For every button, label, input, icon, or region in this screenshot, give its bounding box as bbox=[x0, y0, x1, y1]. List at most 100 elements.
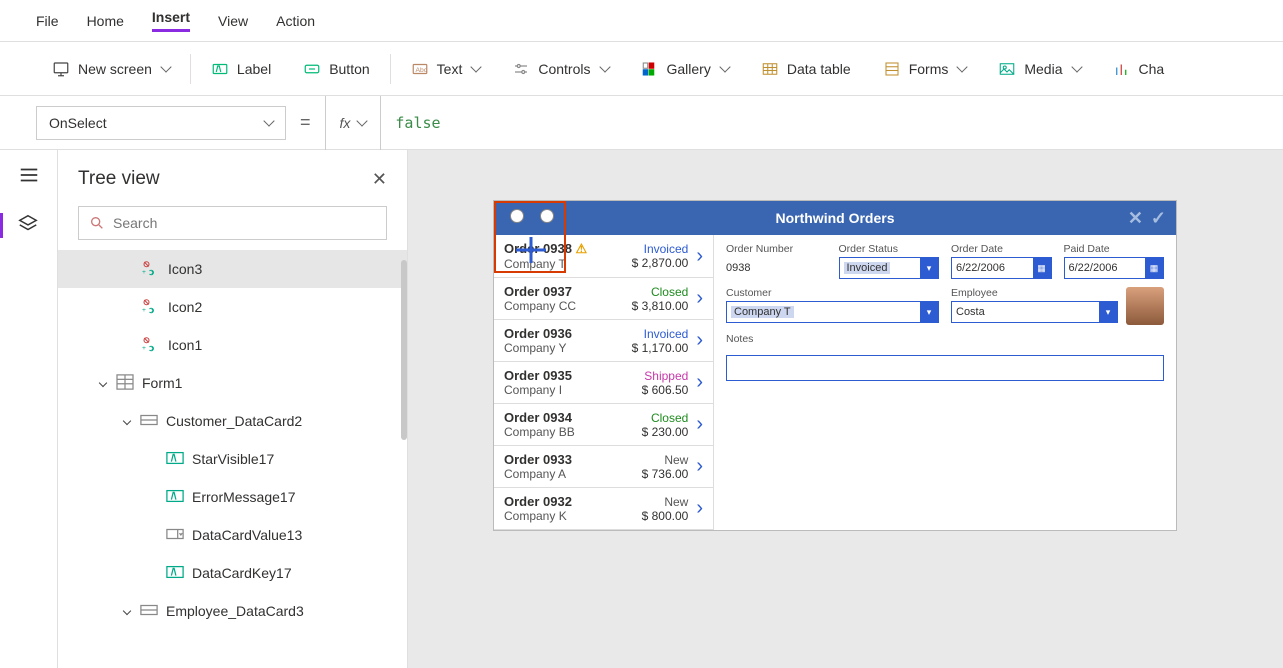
formula-input[interactable]: false bbox=[395, 114, 1247, 132]
resize-handle[interactable] bbox=[540, 209, 554, 223]
tree-item[interactable]: DataCardKey17 bbox=[58, 554, 407, 592]
fx-button[interactable]: fx bbox=[325, 96, 382, 150]
employee-dropdown[interactable]: Costa▾ bbox=[951, 301, 1118, 323]
tree-item[interactable]: +Icon1 bbox=[58, 326, 407, 364]
employee-label: Employee bbox=[951, 287, 1118, 299]
design-canvas[interactable]: Northwind Orders ✕ ✓ Order 0938 ⚠Company… bbox=[408, 150, 1283, 668]
app-preview: Northwind Orders ✕ ✓ Order 0938 ⚠Company… bbox=[493, 200, 1177, 531]
data-table-button[interactable]: Data table bbox=[745, 42, 867, 95]
tree-item[interactable]: ErrorMessage17 bbox=[58, 478, 407, 516]
tree-item[interactable]: +Icon3 bbox=[58, 250, 407, 288]
calendar-icon: ▦ bbox=[1033, 258, 1051, 278]
order-list-item[interactable]: Order 0935Company IShipped$ 606.50› bbox=[494, 362, 713, 404]
svg-text:+: + bbox=[142, 345, 146, 352]
media-icon bbox=[998, 60, 1016, 78]
order-amount: $ 2,870.00 bbox=[632, 256, 689, 270]
paid-date-picker[interactable]: 6/22/2006▦ bbox=[1064, 257, 1165, 279]
button-button[interactable]: Button bbox=[287, 42, 385, 95]
tree-item[interactable]: Employee_DataCard3 bbox=[58, 592, 407, 630]
order-status: Invoiced bbox=[632, 242, 689, 256]
add-icon bbox=[514, 235, 548, 265]
search-placeholder: Search bbox=[113, 215, 157, 231]
tree-item[interactable]: Form1 bbox=[58, 364, 407, 402]
expand-caret-icon bbox=[123, 607, 131, 615]
menu-view[interactable]: View bbox=[218, 13, 248, 29]
separator bbox=[190, 54, 191, 84]
accept-icon[interactable]: ✓ bbox=[1151, 208, 1166, 229]
order-list-item[interactable]: Order 0936Company YInvoiced$ 1,170.00› bbox=[494, 320, 713, 362]
order-list-item[interactable]: Order 0937Company CCClosed$ 3,810.00› bbox=[494, 278, 713, 320]
tree-list: +Icon3+Icon2+Icon1Form1Customer_DataCard… bbox=[58, 250, 407, 668]
gallery-button[interactable]: Gallery bbox=[625, 42, 745, 95]
tree-item-label: DataCardValue13 bbox=[192, 527, 302, 543]
chevron-down-icon bbox=[160, 61, 171, 72]
calendar-icon: ▦ bbox=[1145, 258, 1163, 278]
menu-action[interactable]: Action bbox=[276, 13, 315, 29]
tree-item[interactable]: +Icon2 bbox=[58, 288, 407, 326]
media-button[interactable]: Media bbox=[982, 42, 1096, 95]
menu-file[interactable]: File bbox=[36, 13, 59, 29]
paid-date-label: Paid Date bbox=[1064, 243, 1165, 255]
expand-caret-icon bbox=[99, 379, 107, 387]
forms-button[interactable]: Forms bbox=[867, 42, 983, 95]
tree-item-icon bbox=[140, 602, 158, 621]
detail-form: Order Number 0938 Order Status Invoiced▾… bbox=[714, 235, 1176, 530]
order-number: Order 0932 bbox=[504, 494, 642, 509]
customer-label: Customer bbox=[726, 287, 939, 299]
resize-handle[interactable] bbox=[510, 209, 524, 223]
order-company: Company A bbox=[504, 467, 642, 481]
hamburger-button[interactable] bbox=[18, 164, 40, 189]
property-dropdown[interactable]: OnSelect bbox=[36, 106, 286, 140]
menu-home[interactable]: Home bbox=[87, 13, 124, 29]
order-date-picker[interactable]: 6/22/2006▦ bbox=[951, 257, 1052, 279]
charts-button[interactable]: Cha bbox=[1097, 42, 1181, 95]
tree-item[interactable]: StarVisible17 bbox=[58, 440, 407, 478]
screen-icon bbox=[52, 60, 70, 78]
customer-dropdown[interactable]: Company T▾ bbox=[726, 301, 939, 323]
tree-item-label: Employee_DataCard3 bbox=[166, 603, 304, 619]
close-panel-button[interactable]: ✕ bbox=[372, 169, 387, 190]
controls-label: Controls bbox=[538, 61, 590, 77]
controls-button[interactable]: Controls bbox=[496, 42, 624, 95]
formula-bar: OnSelect = fx false bbox=[0, 96, 1283, 150]
label-icon bbox=[211, 60, 229, 78]
ribbon: New screen Label Button Abc Text Control… bbox=[0, 42, 1283, 96]
new-screen-label: New screen bbox=[78, 61, 152, 77]
chevron-down-icon bbox=[599, 61, 610, 72]
cancel-icon[interactable]: ✕ bbox=[1128, 208, 1143, 229]
order-status-dropdown[interactable]: Invoiced▾ bbox=[839, 257, 940, 279]
chart-icon bbox=[1113, 60, 1131, 78]
order-status-label: Order Status bbox=[839, 243, 940, 255]
order-company: Company CC bbox=[504, 299, 632, 313]
selected-control-outline[interactable] bbox=[494, 201, 566, 273]
order-company: Company Y bbox=[504, 341, 632, 355]
new-screen-button[interactable]: New screen bbox=[36, 42, 186, 95]
tree-search-input[interactable]: Search bbox=[78, 206, 387, 240]
text-label: Text bbox=[437, 61, 463, 77]
notes-label: Notes bbox=[726, 333, 1164, 345]
tree-item-icon: + bbox=[142, 336, 160, 355]
orders-gallery[interactable]: Order 0938 ⚠Company TInvoiced$ 2,870.00›… bbox=[494, 235, 714, 530]
tree-item[interactable]: Customer_DataCard2 bbox=[58, 402, 407, 440]
text-icon: Abc bbox=[411, 60, 429, 78]
tree-item-label: DataCardKey17 bbox=[192, 565, 292, 581]
menu-insert[interactable]: Insert bbox=[152, 9, 190, 32]
order-list-item[interactable]: Order 0934Company BBClosed$ 230.00› bbox=[494, 404, 713, 446]
order-list-item[interactable]: Order 0933Company ANew$ 736.00› bbox=[494, 446, 713, 488]
forms-label: Forms bbox=[909, 61, 949, 77]
order-amount: $ 800.00 bbox=[642, 509, 689, 523]
chevron-right-icon: › bbox=[696, 497, 703, 520]
gallery-icon bbox=[641, 60, 659, 78]
fx-label: fx bbox=[340, 115, 351, 131]
tree-item[interactable]: DataCardValue13 bbox=[58, 516, 407, 554]
order-amount: $ 3,810.00 bbox=[632, 299, 689, 313]
scrollbar-thumb[interactable] bbox=[401, 260, 407, 440]
menu-bar: File Home Insert View Action bbox=[0, 0, 1283, 42]
order-list-item[interactable]: Order 0932Company KNew$ 800.00› bbox=[494, 488, 713, 530]
tree-view-panel: Tree view ✕ Search +Icon3+Icon2+Icon1For… bbox=[58, 150, 408, 668]
label-button[interactable]: Label bbox=[195, 42, 287, 95]
text-button[interactable]: Abc Text bbox=[395, 42, 497, 95]
tree-view-rail-button[interactable] bbox=[0, 213, 39, 238]
chevron-right-icon: › bbox=[696, 455, 703, 478]
notes-input[interactable] bbox=[726, 355, 1164, 381]
